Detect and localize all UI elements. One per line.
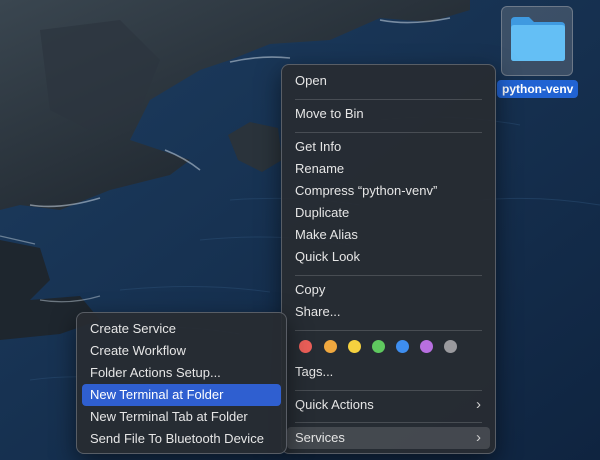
menu-item-move-to-bin[interactable]: Move to Bin [287,103,490,125]
menu-item-duplicate[interactable]: Duplicate [287,202,490,224]
tag-gray-dot[interactable] [444,340,457,353]
folder-icon [511,17,565,61]
submenu-item-send-file-bluetooth[interactable]: Send File To Bluetooth Device [82,428,281,450]
chevron-right-icon: › [476,396,481,413]
menu-item-open[interactable]: Open [287,70,490,92]
tag-yellow-dot[interactable] [348,340,361,353]
menu-separator [295,132,482,133]
menu-item-make-alias[interactable]: Make Alias [287,224,490,246]
tag-red-dot[interactable] [299,340,312,353]
services-submenu: Create Service Create Workflow Folder Ac… [76,312,287,454]
chevron-right-icon: › [476,429,481,446]
submenu-item-create-workflow[interactable]: Create Workflow [82,340,281,362]
submenu-item-new-terminal-tab-at-folder[interactable]: New Terminal Tab at Folder [82,406,281,428]
menu-separator [295,99,482,100]
menu-item-services[interactable]: Services › [287,427,490,449]
menu-item-quick-actions[interactable]: Quick Actions › [287,394,490,416]
menu-item-label: Quick Actions [295,397,374,412]
menu-separator [295,330,482,331]
folder-name-label[interactable]: python-venv [497,80,579,98]
menu-separator [295,390,482,391]
tag-purple-dot[interactable] [420,340,433,353]
menu-item-copy[interactable]: Copy [287,279,490,301]
menu-item-tags[interactable]: Tags... [287,361,490,383]
menu-item-rename[interactable]: Rename [287,158,490,180]
menu-item-get-info[interactable]: Get Info [287,136,490,158]
submenu-item-new-terminal-at-folder[interactable]: New Terminal at Folder [82,384,281,406]
menu-item-compress[interactable]: Compress “python-venv” [287,180,490,202]
submenu-item-create-service[interactable]: Create Service [82,318,281,340]
tag-orange-dot[interactable] [324,340,337,353]
menu-item-quick-look[interactable]: Quick Look [287,246,490,268]
menu-item-label: Services [295,430,345,445]
desktop-folder-selection[interactable] [501,6,573,76]
tag-blue-dot[interactable] [396,340,409,353]
menu-separator [295,275,482,276]
folder-context-menu: Open Move to Bin Get Info Rename Compres… [281,64,496,454]
menu-item-share[interactable]: Share... [287,301,490,323]
menu-separator [295,422,482,423]
tag-green-dot[interactable] [372,340,385,353]
submenu-item-folder-actions-setup[interactable]: Folder Actions Setup... [82,362,281,384]
